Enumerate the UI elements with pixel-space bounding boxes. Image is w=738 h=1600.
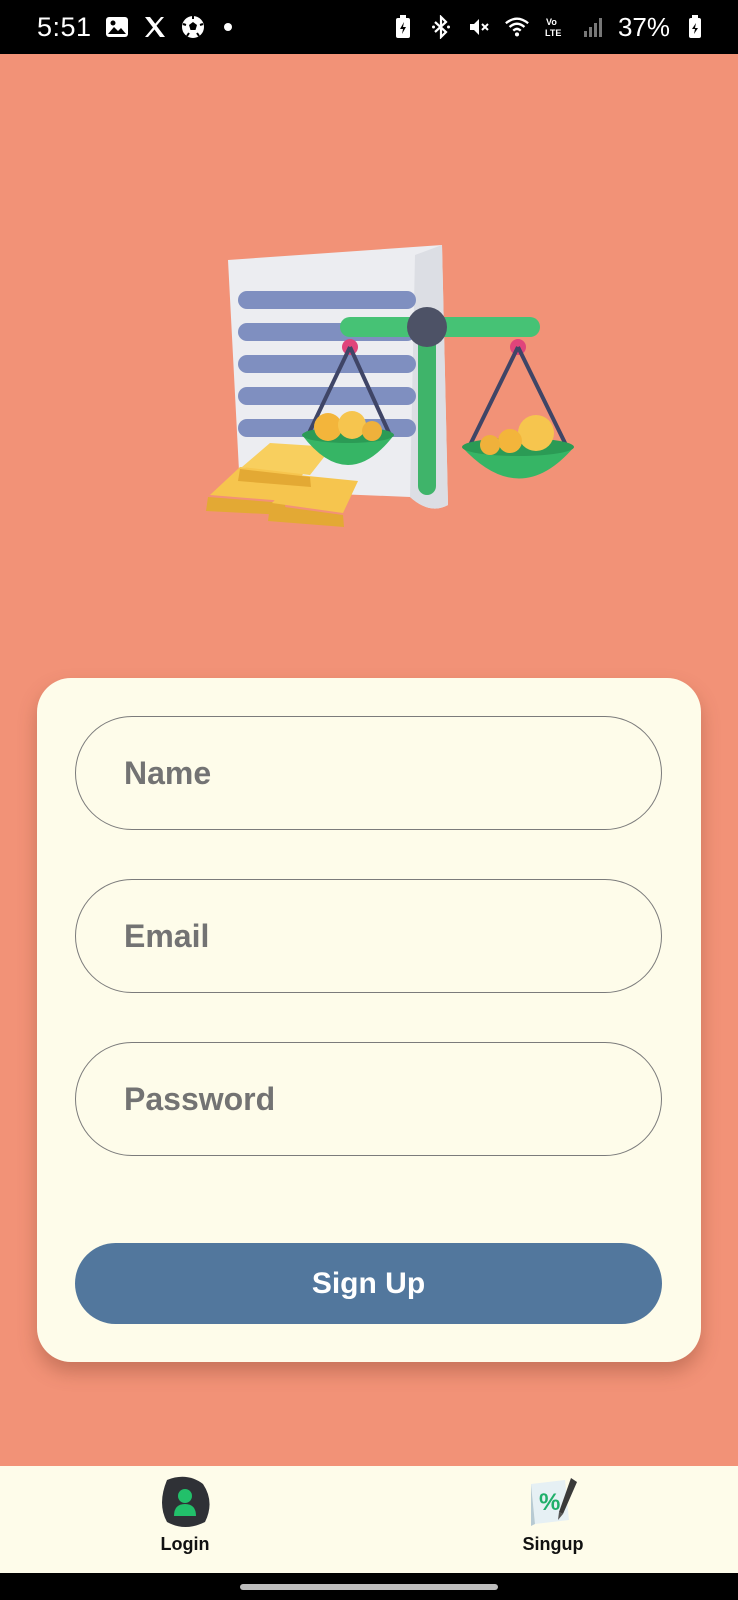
bluetooth-icon [428,14,454,40]
status-bar-right: Vo LTE 37% [390,12,708,43]
status-bar-left: 5:51 [37,12,232,43]
email-field[interactable] [75,879,662,993]
bottom-navigation: Login % Singup [0,1466,738,1573]
signal-icon [580,14,606,40]
nav-label-login: Login [160,1534,210,1554]
soccer-ball-icon [180,14,206,40]
svg-text:Vo: Vo [546,17,557,27]
password-input[interactable] [124,1080,661,1118]
status-bar: 5:51 Vo LTE 37% [0,0,738,54]
email-input[interactable] [124,917,661,955]
volte-icon: Vo LTE [542,14,568,40]
name-field[interactable] [75,716,662,830]
wifi-icon [504,14,530,40]
svg-text:%: % [539,1489,560,1516]
password-field[interactable] [75,1042,662,1156]
signup-form-card: Sign Up [37,678,701,1362]
svg-text:LTE: LTE [545,28,561,38]
name-input[interactable] [124,754,661,792]
system-navigation-area [0,1573,738,1600]
signup-percent-icon: % [531,1478,577,1526]
hero-illustration [180,235,600,555]
home-gesture-bar[interactable] [240,1584,498,1590]
x-icon [142,14,168,40]
nav-item-login[interactable]: Login [115,1474,255,1564]
gallery-icon [104,14,130,40]
notification-dot-icon [223,23,232,31]
nav-label-signup: Singup [522,1534,584,1554]
battery-percentage: 37% [617,11,670,42]
nav-item-signup[interactable]: % Singup [483,1474,623,1564]
login-user-icon [162,1476,210,1527]
battery-icon [682,14,708,40]
vibrate-mute-icon [466,14,492,40]
battery-saver-icon [390,14,416,40]
status-time: 5:51 [37,11,92,42]
sign-up-button[interactable]: Sign Up [75,1243,662,1324]
